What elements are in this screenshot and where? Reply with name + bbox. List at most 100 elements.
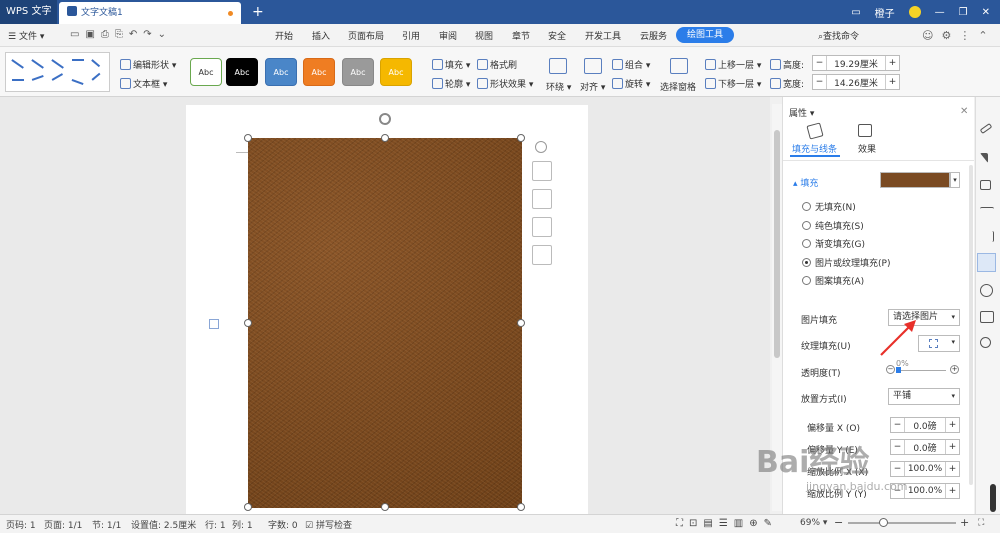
zoom-level[interactable]: 69% ▾ [800,518,827,528]
edit-shape-button[interactable]: 编辑形状 ▾ [120,58,176,71]
fill-preview-swatch[interactable] [880,172,950,188]
zoom-slider-knob[interactable] [879,518,888,527]
app-tab[interactable]: WPS 文字 [0,0,57,24]
radio-indicator[interactable] [802,221,811,230]
tab-chapter[interactable]: 章节 [512,29,530,42]
offset-x-increase[interactable]: + [945,418,959,432]
resize-handle-sw[interactable] [244,503,252,511]
panel-resize-handle[interactable] [990,484,996,512]
tab-security[interactable]: 安全 [548,29,566,42]
tab-effects[interactable]: 效果 [858,142,876,155]
fill-preview-dropdown[interactable]: ▾ [950,172,960,188]
shape-style-1[interactable]: Abc [190,58,222,86]
lock-icon[interactable] [980,180,991,190]
shape-style-4[interactable]: Abc [303,58,335,86]
radio-picture-texture-fill[interactable]: 图片或纹理填充(P) [802,256,890,269]
radio-indicator[interactable] [802,239,811,248]
width-decrease[interactable]: − [813,75,827,89]
align-button[interactable]: 对齐 ▾ [580,80,605,93]
line-shape-gallery[interactable] [5,52,110,92]
scale-y-increase[interactable]: + [945,484,959,498]
tab-drawing-tools[interactable]: 绘图工具 [676,27,734,43]
offset-y-increase[interactable]: + [945,440,959,454]
tab-home[interactable]: 开始 [275,29,293,42]
quick-access-icons[interactable]: ▭▣⎙⎘↶↷⌄ [70,29,172,40]
paragraph-layout-icon[interactable] [209,319,219,329]
tab-developer[interactable]: 开发工具 [585,29,621,42]
fit-page-icon[interactable]: ⛶ [978,518,984,528]
fill-button[interactable]: 填充 ▾ [432,58,470,71]
shape-outline-float-icon[interactable] [532,245,552,265]
shape-style-2[interactable]: Abc [226,58,258,86]
scale-x-increase[interactable]: + [945,462,959,476]
radio-gradient-fill[interactable]: 渐变填充(G) [802,237,865,250]
scrollbar-thumb[interactable] [774,130,780,358]
radio-indicator[interactable] [802,258,811,267]
radio-indicator[interactable] [802,276,811,285]
tab-fill-and-line[interactable]: 填充与线条 [792,142,837,155]
shape-effect-button[interactable]: 形状效果 ▾ [477,77,533,90]
close-icon[interactable]: ✕ [982,7,990,18]
image-icon[interactable] [980,311,994,323]
offset-x-value[interactable]: 0.0磅 [905,419,945,432]
wrap-button[interactable]: 环绕 ▾ [546,80,571,93]
width-stepper[interactable]: −14.26厘米 + [812,74,900,90]
shape-style-6[interactable]: Abc [380,58,412,86]
shape-style-5[interactable]: Abc [342,58,374,86]
pen-icon[interactable] [532,189,552,209]
panel-scrollbar[interactable] [969,165,973,485]
zoom-out-button[interactable]: − [834,516,843,529]
shape-style-3[interactable]: Abc [265,58,297,86]
transparency-slider[interactable] [898,370,946,371]
view-mode-icons[interactable]: ⛶⊡▤☰▥⊕✎ [676,518,778,529]
document-tab[interactable]: 文字文稿1 [59,2,241,24]
offset-x-stepper[interactable]: −0.0磅 + [890,417,960,433]
offset-x-decrease[interactable]: − [891,418,905,432]
height-decrease[interactable]: − [813,56,827,70]
placement-select[interactable]: 平铺 ▾ [888,388,960,405]
spell-check-button[interactable]: ☑ 拼写检查 [305,518,352,531]
height-value[interactable]: 19.29厘米 [827,57,885,70]
panel-close-icon[interactable]: ✕ [960,106,968,117]
avatar[interactable] [908,6,921,18]
new-tab-button[interactable]: + [252,0,264,24]
selection-pane-button[interactable]: 选择窗格 [660,80,696,93]
resize-handle-w[interactable] [244,319,252,327]
clock-icon[interactable] [980,284,993,297]
share-icon[interactable] [980,337,991,348]
radio-indicator[interactable] [802,202,811,211]
texture-fill-select[interactable]: ▾ [918,335,960,352]
resize-handle-n[interactable] [381,134,389,142]
list-icon[interactable] [980,231,994,242]
format-brush-button[interactable]: 格式刷 [477,58,517,71]
resize-handle-se[interactable] [517,503,525,511]
resize-handle-e[interactable] [517,319,525,327]
transparency-increase[interactable]: + [950,365,959,374]
zoom-slider[interactable] [848,522,956,524]
shape-icon[interactable] [980,207,994,215]
menu-right-icons[interactable]: ☺⚙⋮⌃ [922,29,996,42]
cursor-icon[interactable] [980,153,988,163]
search-command[interactable]: ⌕查找命令 [818,29,859,42]
zoom-in-button[interactable]: + [960,516,969,529]
tab-references[interactable]: 引用 [402,29,420,42]
layout-options-icon[interactable] [532,161,552,181]
restore-icon[interactable]: ❐ [959,7,968,18]
fill-bucket-float-icon[interactable] [532,217,552,237]
radio-solid-fill[interactable]: 纯色填充(S) [802,219,864,232]
file-menu[interactable]: ☰ 文件 ▾ [8,29,44,42]
transparency-slider-knob[interactable] [896,367,901,373]
resize-handle-s[interactable] [381,503,389,511]
tab-cloud[interactable]: 云服务 [640,29,667,42]
transparency-decrease[interactable]: − [886,365,895,374]
height-stepper[interactable]: −19.29厘米 + [812,55,900,71]
user-name[interactable]: 橙子 [875,5,895,20]
fill-section-header[interactable]: ▴ 填充 [793,176,818,189]
textured-rectangle-shape[interactable] [248,138,522,508]
display-icon[interactable]: ▭ [851,7,860,18]
tab-review[interactable]: 审阅 [439,29,457,42]
minimize-icon[interactable]: — [935,7,945,18]
resize-handle-nw[interactable] [244,134,252,142]
rotate-handle[interactable] [379,113,391,125]
status-word-count[interactable]: 字数: 0 [268,518,298,531]
